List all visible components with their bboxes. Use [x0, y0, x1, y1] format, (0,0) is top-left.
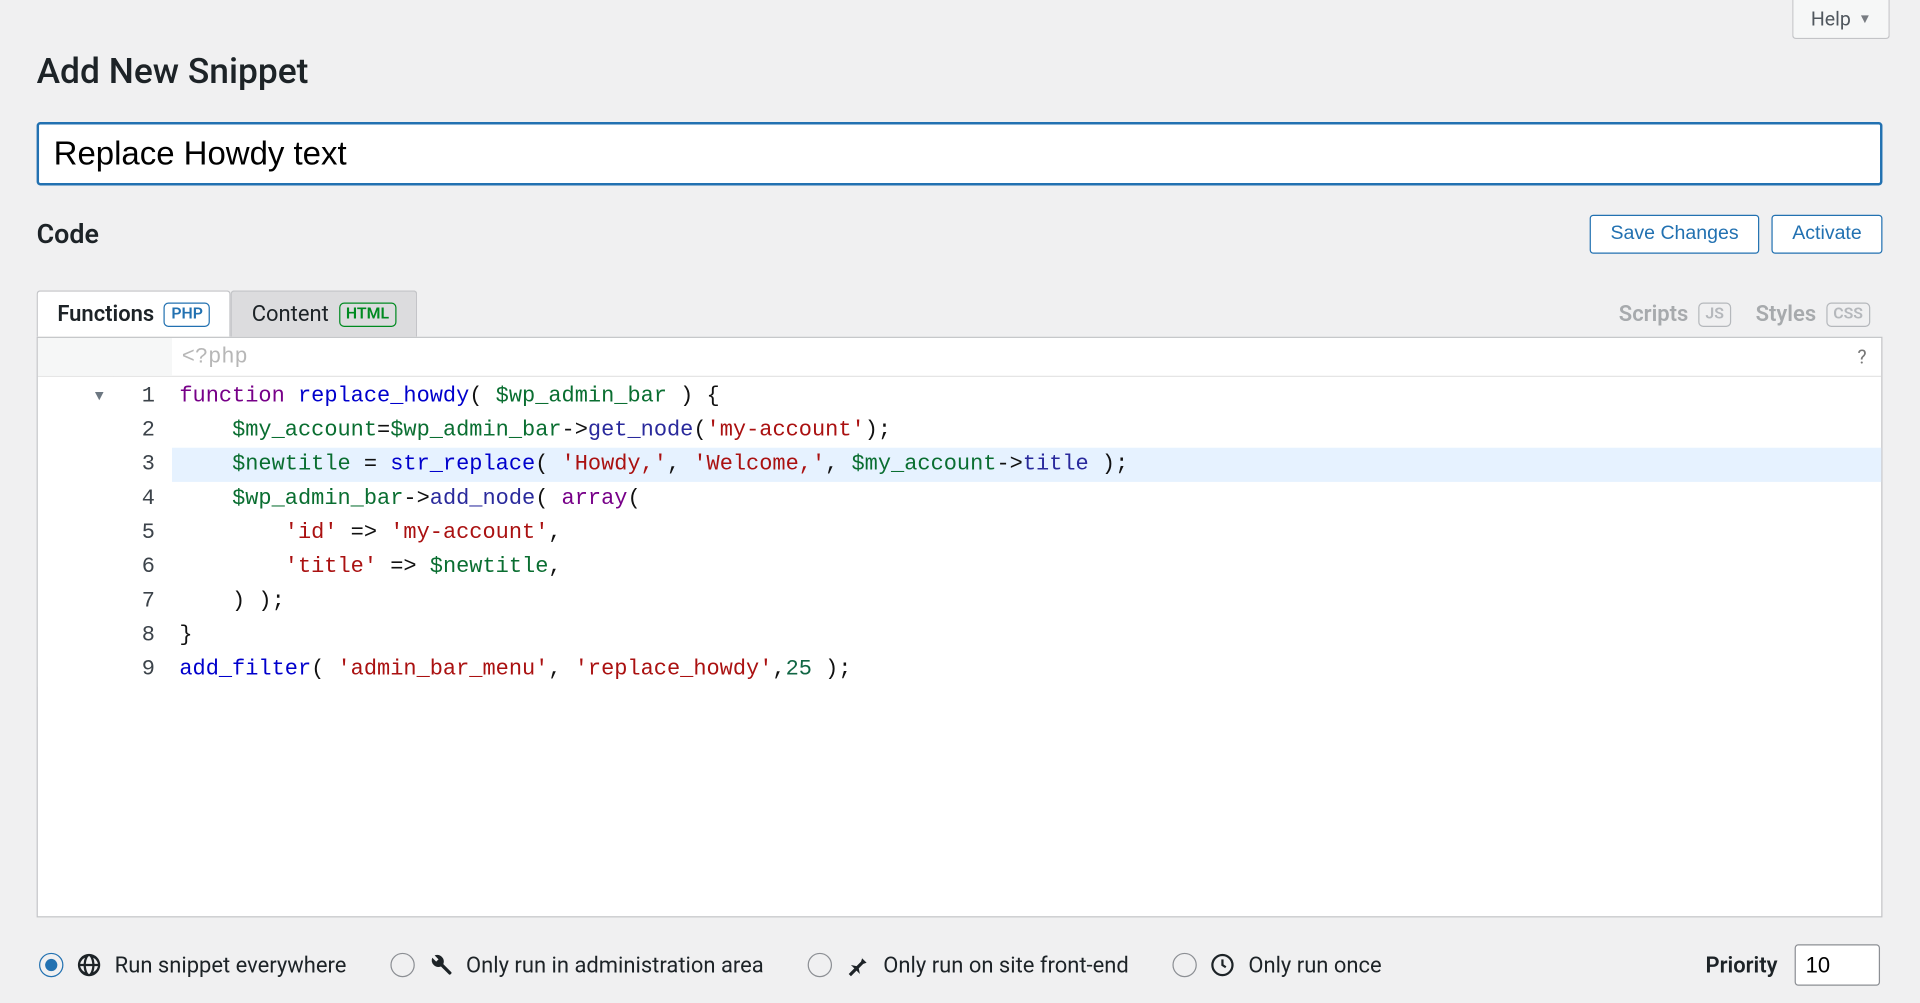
editor-tabs: Functions PHP Content HTML Scripts JS St…	[37, 290, 1883, 336]
php-open-tag-hint: <?php	[172, 345, 248, 369]
page-title: Add New Snippet	[37, 51, 1883, 92]
save-button[interactable]: Save Changes	[1590, 215, 1760, 254]
radio-icon	[39, 953, 63, 977]
html-badge: HTML	[339, 302, 397, 326]
fold-gutter: ▼	[38, 377, 114, 687]
fold-marker-icon[interactable]: ▼	[38, 379, 104, 413]
option-run-frontend[interactable]: Only run on site front-end	[808, 952, 1129, 979]
option-run-once[interactable]: Only run once	[1173, 952, 1382, 979]
php-badge: PHP	[164, 302, 210, 326]
pin-icon	[844, 952, 871, 979]
priority-input[interactable]	[1795, 944, 1880, 985]
globe-icon	[76, 952, 103, 979]
css-badge: CSS	[1826, 302, 1870, 326]
line-number: 2	[113, 414, 154, 448]
line-number-gutter: 1 2 3 4 5 6 7 8 9	[113, 377, 172, 687]
code-content[interactable]: function replace_howdy( $wp_admin_bar ) …	[172, 377, 1881, 687]
radio-icon	[1173, 953, 1197, 977]
run-options: Run snippet everywhere Only run in admin…	[37, 939, 1883, 990]
option-label: Run snippet everywhere	[115, 952, 347, 978]
help-tab[interactable]: Help ▼	[1793, 0, 1890, 39]
activate-button[interactable]: Activate	[1772, 215, 1883, 254]
line-number: 9	[113, 653, 154, 687]
js-badge: JS	[1698, 302, 1731, 326]
option-label: Only run on site front-end	[883, 952, 1129, 978]
tab-functions[interactable]: Functions PHP	[37, 290, 231, 336]
radio-icon	[390, 953, 414, 977]
snippet-title-input[interactable]	[37, 122, 1883, 185]
line-number: 8	[113, 619, 154, 653]
priority-label: Priority	[1706, 952, 1778, 978]
line-number: 5	[113, 516, 154, 550]
tab-styles-label: Styles	[1756, 301, 1817, 327]
help-button[interactable]: Help ▼	[1793, 0, 1890, 39]
tab-styles: Styles CSS	[1743, 292, 1882, 337]
tab-scripts: Scripts JS	[1607, 292, 1744, 337]
chevron-down-icon: ▼	[1858, 11, 1871, 27]
tab-scripts-label: Scripts	[1619, 301, 1688, 327]
priority-control: Priority	[1706, 944, 1880, 985]
editor-help-icon[interactable]: ?	[1857, 345, 1866, 368]
line-number: 1	[113, 379, 154, 413]
option-label: Only run once	[1248, 952, 1381, 978]
line-number: 7	[113, 584, 154, 618]
gutter-header	[38, 338, 172, 376]
code-heading: Code	[37, 219, 1578, 250]
code-editor[interactable]: <?php ? ▼ 1 2 3 4 5 6 7 8 9 funct	[37, 337, 1883, 918]
line-number: 3	[113, 448, 154, 482]
tab-content[interactable]: Content HTML	[231, 290, 417, 336]
line-number: 4	[113, 482, 154, 516]
help-label: Help	[1811, 7, 1851, 30]
tab-functions-label: Functions	[57, 301, 154, 327]
line-number: 6	[113, 550, 154, 584]
wrench-icon	[427, 952, 454, 979]
option-run-everywhere[interactable]: Run snippet everywhere	[39, 952, 346, 979]
tab-content-label: Content	[252, 301, 329, 327]
radio-icon	[808, 953, 832, 977]
option-run-admin[interactable]: Only run in administration area	[390, 952, 763, 979]
option-label: Only run in administration area	[466, 952, 764, 978]
clock-icon	[1209, 952, 1236, 979]
